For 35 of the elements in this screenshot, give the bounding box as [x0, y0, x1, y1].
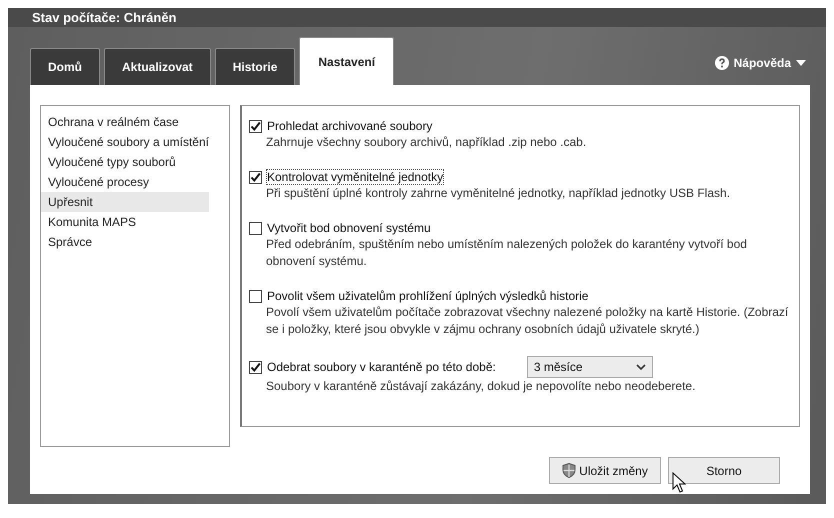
save-button[interactable]: Uložit změny — [549, 457, 661, 484]
caret-icon — [796, 60, 806, 66]
cancel-button[interactable]: Storno — [668, 457, 780, 484]
option-description: Soubory v karanténě zůstávají zakázány, dokud je nepovolíte nebo neodeberete. — [265, 378, 696, 395]
help-menu[interactable]: Nápověda — [708, 55, 812, 71]
option-description: Zahrnuje všechny soubory archivů, například .zip nebo .cab. — [265, 134, 588, 151]
sidebar-item[interactable]: Ochrana v reálném čase — [41, 112, 229, 132]
checkbox-label[interactable]: Povolit všem uživatelům prohlížení úplných výsledků historie — [266, 288, 590, 304]
tab[interactable]: Domů — [30, 48, 100, 85]
sidebar-item[interactable]: Komunita MAPS — [41, 212, 229, 232]
checkbox-label[interactable]: Kontrolovat vyměnitelné jednotky — [266, 169, 444, 185]
sidebar-item[interactable]: Vyloučené procesy — [41, 172, 229, 192]
option-description: Před odebráním, spuštěním nebo umístěním nalezených položek do karantény vytvoří bod obnovení systému. — [265, 236, 748, 270]
checkbox[interactable] — [249, 290, 262, 302]
checkbox[interactable] — [249, 222, 262, 234]
checkbox-label[interactable]: Odebrat soubory v karanténě po této době: — [266, 359, 497, 375]
window-title: Stav počítače: Chráněn — [32, 10, 176, 25]
shield-icon — [562, 463, 576, 478]
sidebar-item[interactable]: Vyloučené soubory a umístění — [41, 132, 229, 152]
help-icon — [714, 56, 729, 70]
tab[interactable]: Aktualizovat — [104, 48, 211, 85]
checkbox[interactable] — [249, 170, 262, 184]
tab[interactable]: Historie — [214, 48, 296, 85]
sidebar-item[interactable]: Vyloučené typy souborů — [41, 152, 229, 172]
checkbox-label[interactable]: Prohledat archivované soubory — [266, 118, 434, 134]
checkbox-label[interactable]: Vytvořit bod obnovení systému — [266, 220, 432, 236]
option-description: Při spuštění úplné kontroly zahrne vyměnitelné jednotky, například jednotky USB Flash. — [265, 185, 732, 202]
checkbox[interactable] — [249, 360, 262, 374]
sidebar-item[interactable]: Upřesnit — [41, 192, 209, 212]
checkbox[interactable] — [249, 120, 262, 132]
sidebar-item[interactable]: Správce — [41, 232, 229, 252]
option-description: Povolí všem uživatelům počítače zobrazovat všechny nalezené položky na kartě Historie. (Zobrazí se i položky, které jsou obvykle v zájmu ochrany osobních údajů uživatele skryté.) — [265, 304, 789, 338]
chevron-down-icon — [636, 364, 646, 370]
tab[interactable]: Nastavení — [299, 37, 394, 85]
period-dropdown[interactable]: 3 měsíce — [526, 356, 653, 378]
